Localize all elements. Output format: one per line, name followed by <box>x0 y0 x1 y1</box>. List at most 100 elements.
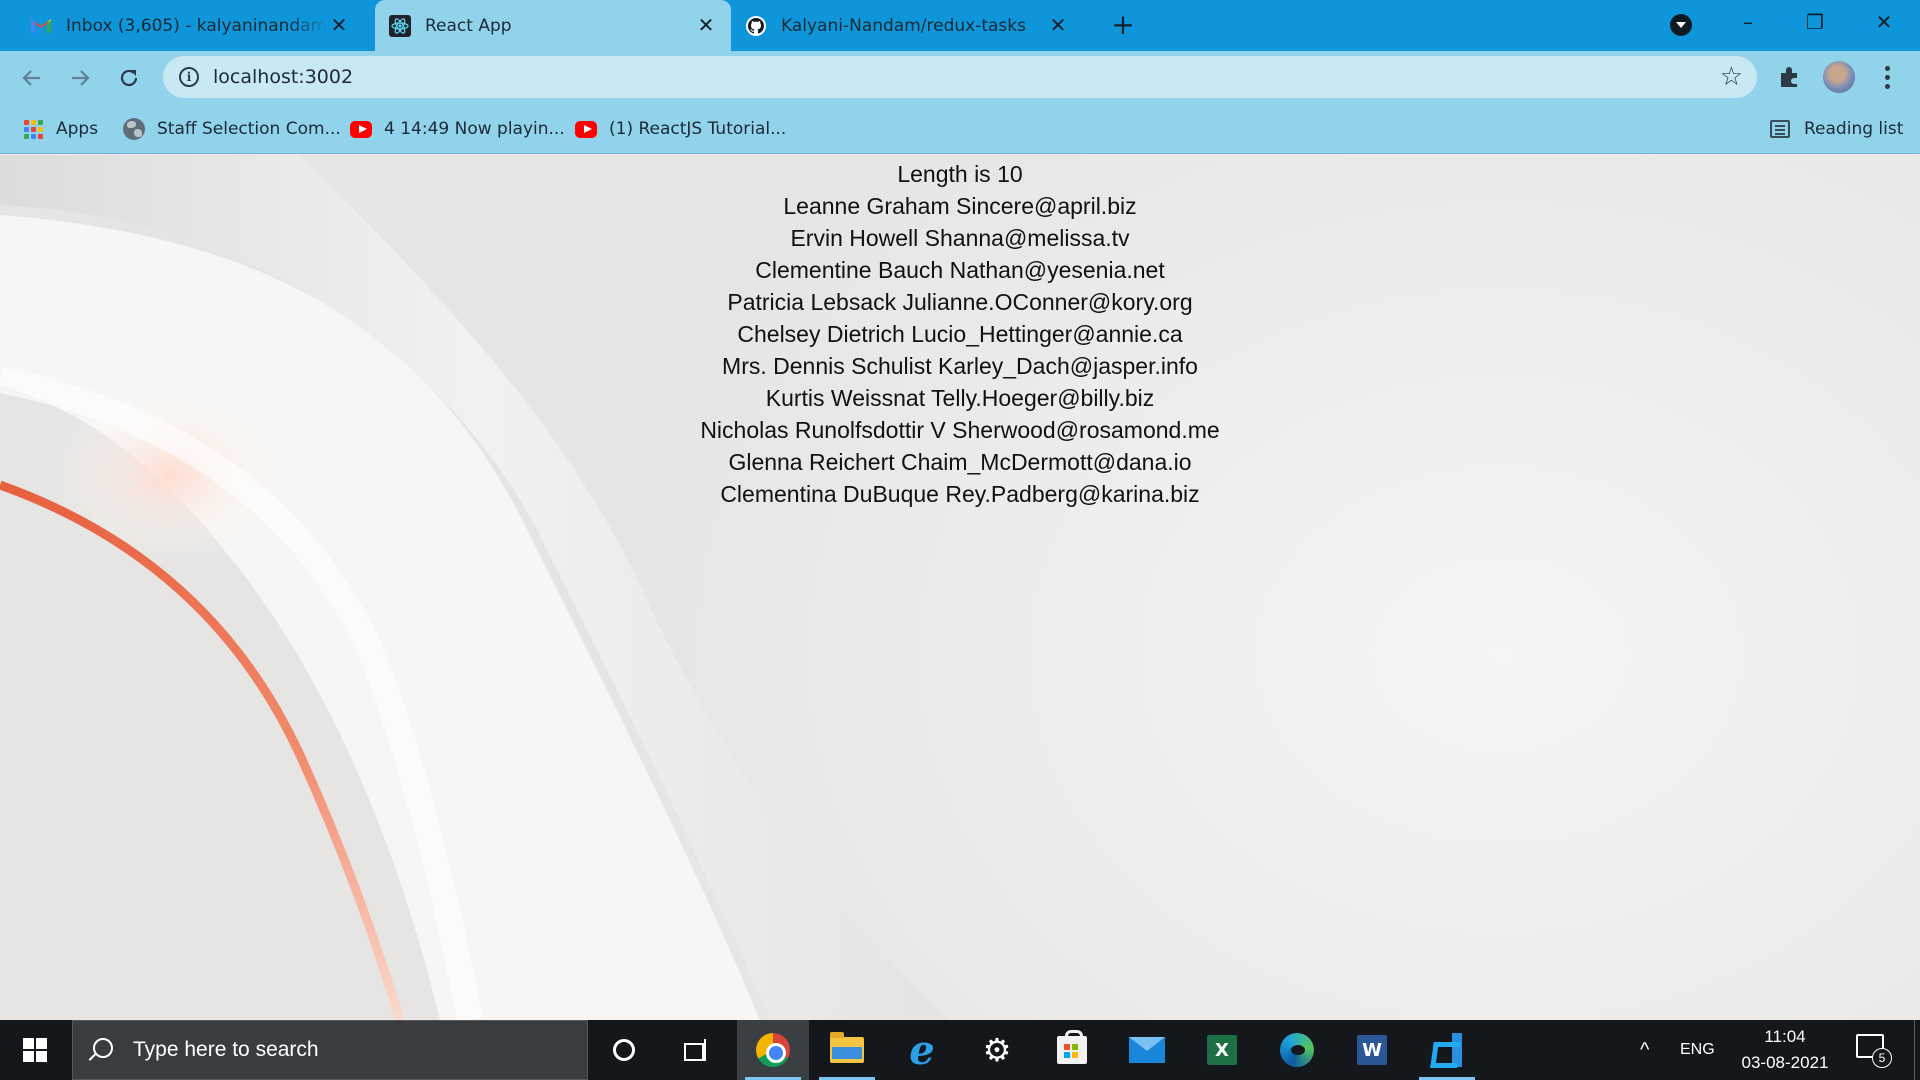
taskbar-settings[interactable]: ⚙ <box>961 1020 1033 1080</box>
browser-toolbar: i localhost:3002 ☆ <box>0 51 1920 104</box>
edge-icon <box>1280 1033 1314 1067</box>
excel-icon: X <box>1207 1035 1237 1065</box>
reading-list-label: Reading list <box>1804 119 1904 139</box>
tab-react-app[interactable]: React App ✕ <box>375 0 731 51</box>
back-button[interactable] <box>15 61 49 95</box>
users-list: Length is 10 Leanne Graham Sincere@april… <box>0 155 1920 510</box>
site-info-icon[interactable]: i <box>179 67 199 87</box>
tab-strip: Inbox (3,605) - kalyaninandam20 ✕ React … <box>0 0 1920 51</box>
show-desktop-button[interactable] <box>1914 1020 1920 1080</box>
taskbar-mail[interactable] <box>1111 1020 1183 1080</box>
taskbar-internet-explorer[interactable]: e <box>886 1020 958 1080</box>
bookmark-label: 4 14:49 Now playin... <box>384 119 565 139</box>
user-row: Ervin Howell Shanna@melissa.tv <box>790 225 1130 251</box>
bookmark-youtube-now-playing[interactable]: 4 14:49 Now playin... <box>350 104 565 154</box>
mail-icon <box>1129 1037 1165 1063</box>
vscode-icon <box>1430 1033 1464 1067</box>
user-row: Clementine Bauch Nathan@yesenia.net <box>755 257 1165 283</box>
tab-search-icon[interactable] <box>1670 14 1692 36</box>
bookmarks-bar: Apps Staff Selection Com... 4 14:49 Now … <box>0 104 1920 154</box>
taskbar-vscode[interactable] <box>1411 1020 1483 1080</box>
user-row: Kurtis Weissnat Telly.Hoeger@billy.biz <box>765 385 1155 411</box>
minimize-button[interactable]: – <box>1715 0 1781 44</box>
close-tab-icon[interactable]: ✕ <box>328 14 350 36</box>
bookmark-label: Staff Selection Com... <box>157 119 341 139</box>
close-tab-icon[interactable]: ✕ <box>695 14 717 36</box>
apps-grid-icon <box>22 118 44 140</box>
reading-list-icon <box>1770 120 1790 138</box>
user-row: Mrs. Dennis Schulist Karley_Dach@jasper.… <box>722 353 1198 379</box>
length-heading: Length is 10 <box>897 161 1023 187</box>
youtube-icon <box>575 118 597 140</box>
user-row: Leanne Graham Sincere@april.biz <box>783 193 1137 219</box>
store-icon <box>1057 1030 1087 1064</box>
gmail-icon <box>30 15 52 37</box>
close-tab-icon[interactable]: ✕ <box>1047 14 1069 36</box>
tab-title: React App <box>425 15 512 36</box>
taskbar-file-explorer[interactable] <box>811 1020 883 1080</box>
windows-logo-icon <box>23 1038 47 1062</box>
youtube-icon <box>350 118 372 140</box>
taskbar-excel[interactable]: X <box>1186 1020 1258 1080</box>
task-view-icon <box>684 1039 708 1061</box>
tab-github[interactable]: Kalyani-Nandam/redux-tasks ✕ <box>731 0 1083 51</box>
search-placeholder: Type here to search <box>133 1038 319 1061</box>
user-row: Clementina DuBuque Rey.Padberg@karina.bi… <box>720 481 1200 507</box>
chevron-up-icon: ^ <box>1640 1038 1650 1061</box>
action-center-icon[interactable]: 5 <box>1856 1034 1892 1068</box>
taskbar-word[interactable]: W <box>1336 1020 1408 1080</box>
taskbar-edge[interactable] <box>1261 1020 1333 1080</box>
taskbar-store[interactable] <box>1036 1020 1108 1080</box>
reload-icon <box>120 69 138 87</box>
chrome-icon <box>756 1033 790 1067</box>
extensions-puzzle-icon[interactable] <box>1777 64 1803 90</box>
windows-taskbar: Type here to search e ⚙ X W ^ ENG 11:04 … <box>0 1020 1920 1080</box>
browser-menu-icon[interactable] <box>1875 60 1899 94</box>
close-window-button[interactable]: ✕ <box>1851 0 1917 44</box>
taskbar-clock[interactable]: 11:04 03-08-2021 <box>1730 1024 1840 1076</box>
start-button[interactable] <box>0 1020 70 1080</box>
cortana-icon <box>613 1039 635 1061</box>
user-row: Glenna Reichert Chaim_McDermott@dana.io <box>728 449 1192 475</box>
tab-title: Inbox (3,605) - kalyaninandam20 <box>66 15 328 36</box>
address-bar[interactable]: i localhost:3002 ☆ <box>163 56 1757 98</box>
reading-list-button[interactable]: Reading list <box>1770 104 1903 154</box>
page-viewport: Length is 10 Leanne Graham Sincere@april… <box>0 155 1920 1020</box>
clock-date: 03-08-2021 <box>1741 1053 1829 1072</box>
cortana-button[interactable] <box>588 1020 660 1080</box>
reload-button[interactable] <box>112 61 146 95</box>
taskbar-search-box[interactable]: Type here to search <box>72 1020 588 1080</box>
taskbar-chrome[interactable] <box>737 1020 809 1080</box>
new-tab-button[interactable]: + <box>1108 10 1138 40</box>
arrow-right-icon <box>72 70 90 86</box>
search-icon <box>93 1038 113 1058</box>
url-text[interactable]: localhost:3002 <box>213 56 353 98</box>
bookmark-star-icon[interactable]: ☆ <box>1720 62 1743 92</box>
bookmark-apps[interactable]: Apps <box>22 104 98 154</box>
user-row: Chelsey Dietrich Lucio_Hettinger@annie.c… <box>737 321 1183 347</box>
bookmark-label: (1) ReactJS Tutorial... <box>609 119 787 139</box>
globe-icon <box>123 118 145 140</box>
clock-time: 11:04 <box>1764 1027 1806 1046</box>
bookmark-staff-selection[interactable]: Staff Selection Com... <box>123 104 341 154</box>
tab-gmail[interactable]: Inbox (3,605) - kalyaninandam20 ✕ <box>20 0 364 51</box>
language-indicator[interactable]: ENG <box>1680 1020 1715 1080</box>
profile-avatar[interactable] <box>1823 61 1855 93</box>
user-row: Patricia Lebsack Julianne.OConner@kory.o… <box>727 289 1193 315</box>
tab-title: Kalyani-Nandam/redux-tasks <box>781 15 1026 36</box>
show-hidden-icons-button[interactable]: ^ <box>1640 1020 1649 1080</box>
internet-explorer-icon: e <box>909 1026 935 1074</box>
word-icon: W <box>1357 1035 1387 1065</box>
bookmark-reactjs-tutorial[interactable]: (1) ReactJS Tutorial... <box>575 104 786 154</box>
user-row: Nicholas Runolfsdottir V Sherwood@rosamo… <box>700 417 1220 443</box>
task-view-button[interactable] <box>660 1020 732 1080</box>
restore-button[interactable]: ❐ <box>1782 0 1848 44</box>
github-icon <box>745 15 767 37</box>
forward-button[interactable] <box>63 61 97 95</box>
react-icon <box>389 14 411 37</box>
settings-icon: ⚙ <box>982 1031 1012 1069</box>
bookmark-label: Apps <box>56 119 99 139</box>
notification-count-badge: 5 <box>1872 1048 1892 1068</box>
file-explorer-icon <box>830 1032 864 1063</box>
arrow-left-icon <box>22 70 40 86</box>
